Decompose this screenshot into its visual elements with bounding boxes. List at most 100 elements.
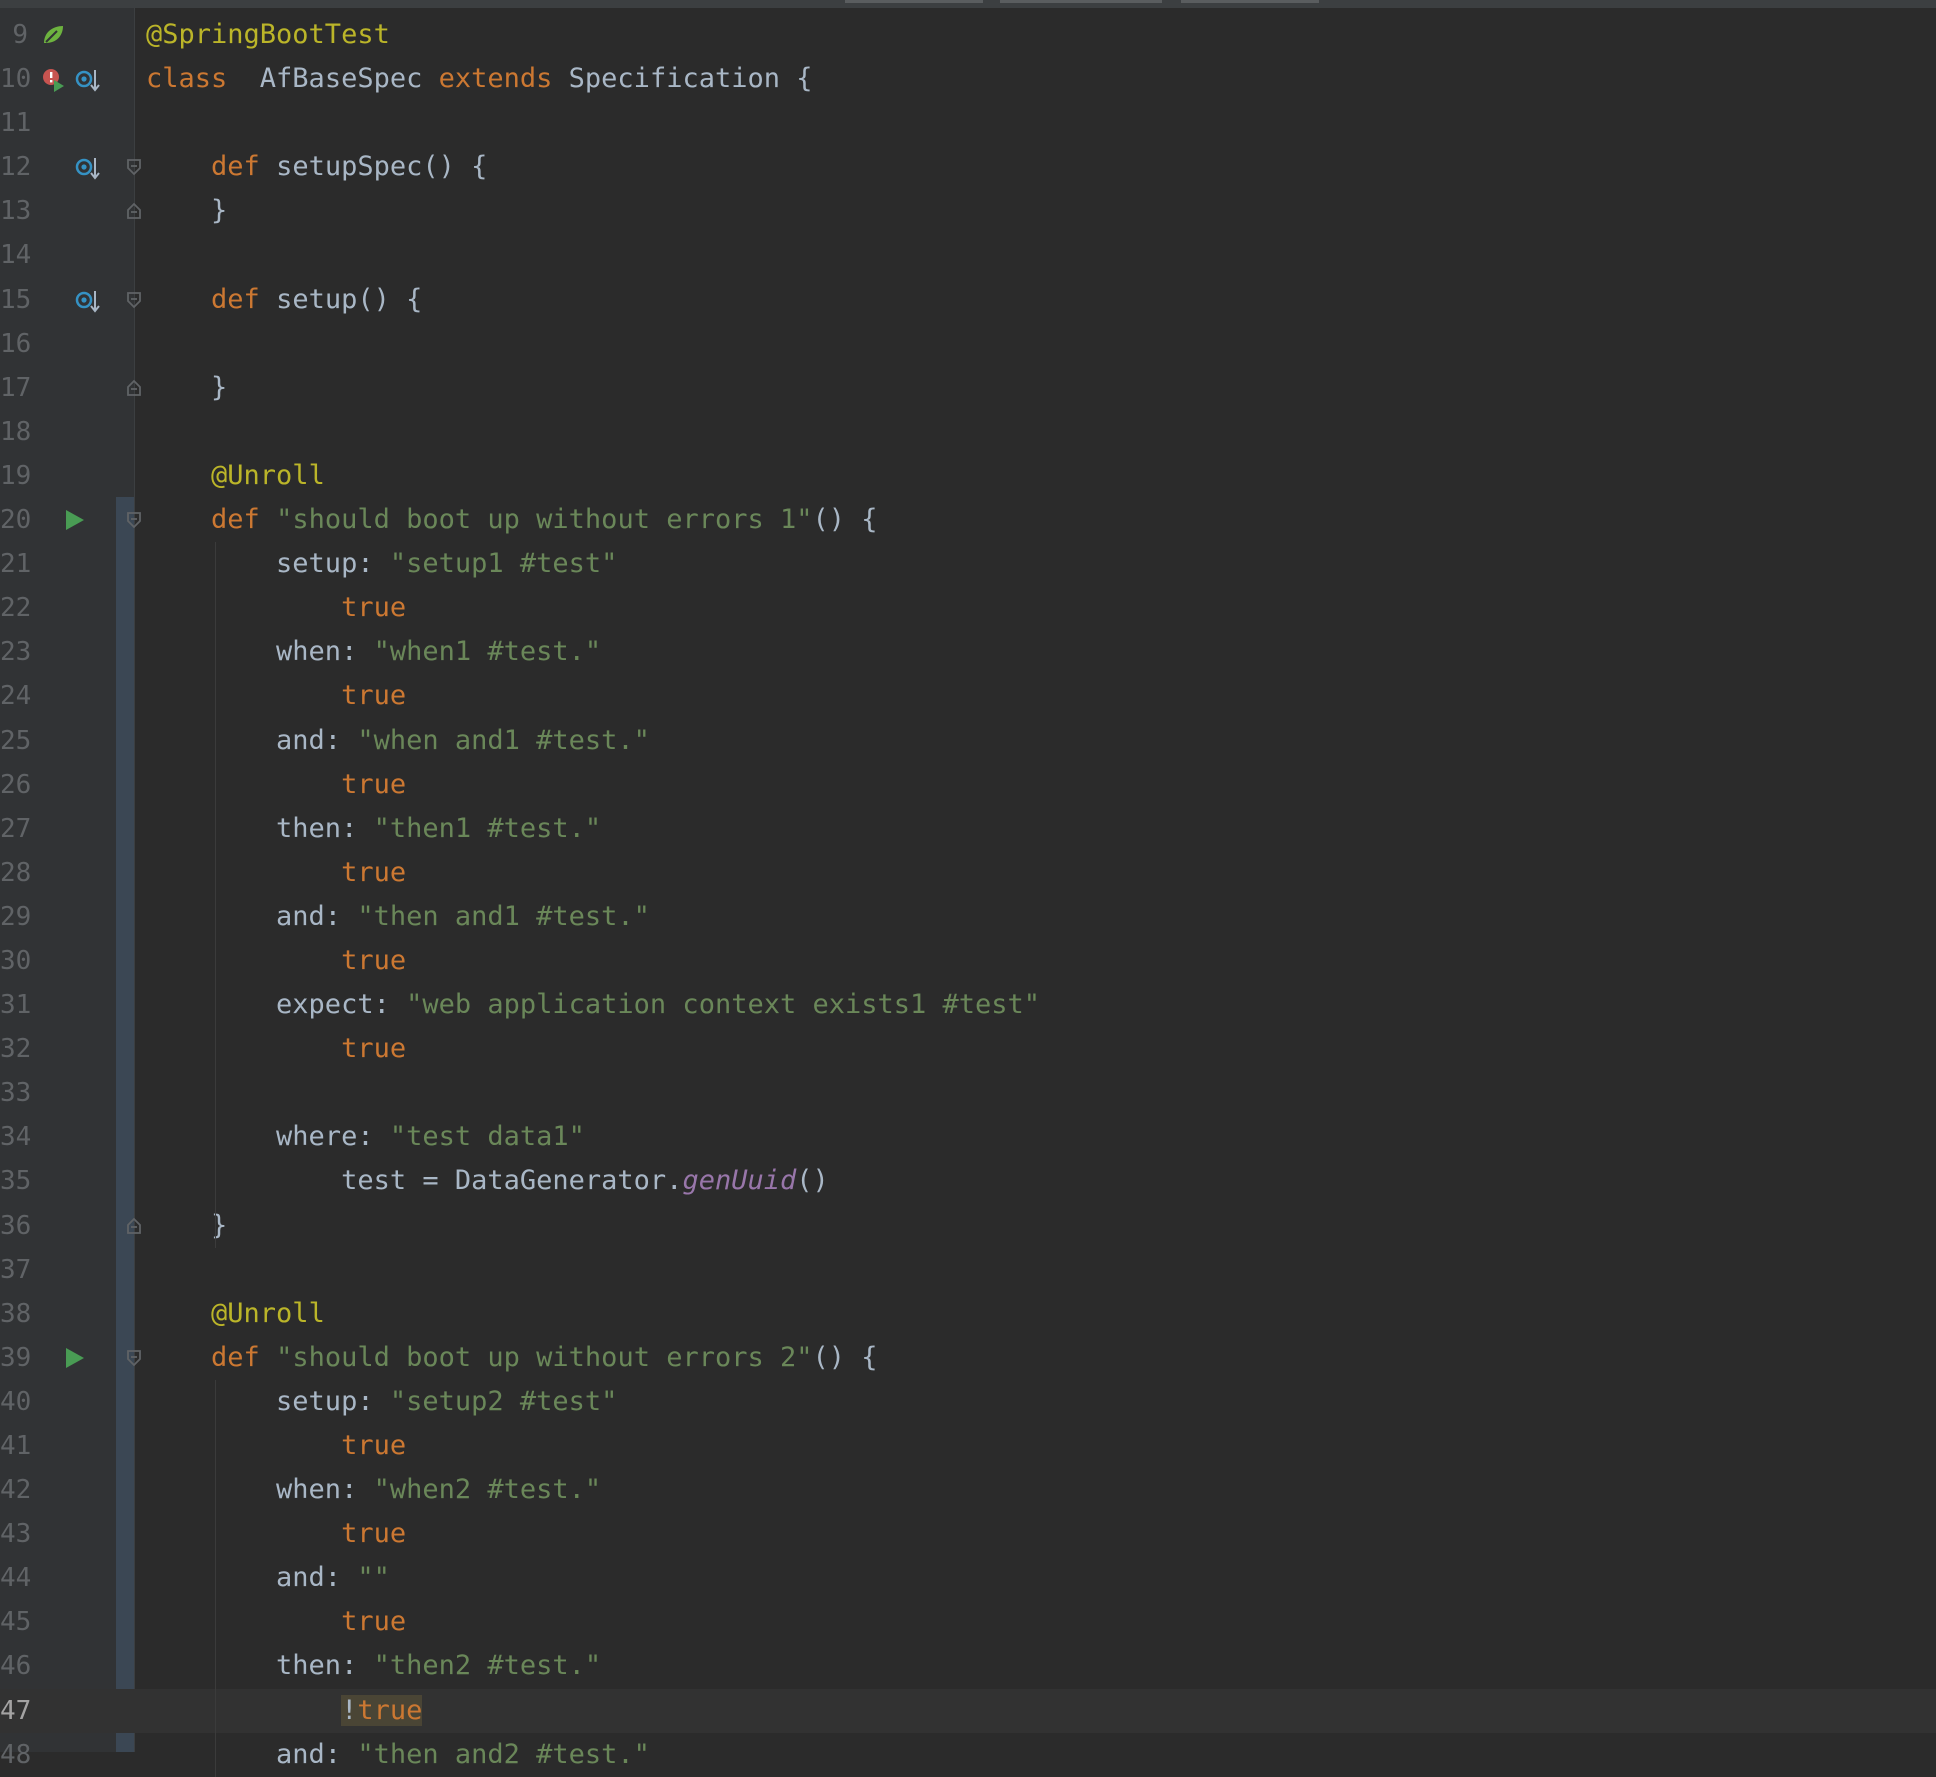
line-number[interactable]: 27 <box>0 807 31 851</box>
code-text[interactable]: true <box>146 763 406 807</box>
fold-close-icon[interactable] <box>125 379 143 397</box>
line-number[interactable]: 42 <box>0 1468 31 1512</box>
code-line[interactable]: 31 expect: "web application context exis… <box>0 983 1936 1027</box>
fold-open-icon[interactable] <box>125 291 143 309</box>
line-number[interactable]: 46 <box>0 1644 31 1688</box>
fold-open-icon[interactable] <box>125 158 143 176</box>
code-line[interactable]: 32 true <box>0 1027 1936 1071</box>
line-number[interactable]: 35 <box>0 1159 31 1203</box>
line-number[interactable]: 33 <box>0 1071 31 1115</box>
code-line[interactable]: 24 true <box>0 674 1936 718</box>
code-text[interactable]: def setup() { <box>146 278 422 322</box>
line-number[interactable]: 25 <box>0 719 31 763</box>
line-number[interactable]: 15 <box>0 278 31 322</box>
code-text[interactable]: def setupSpec() { <box>146 145 487 189</box>
line-number[interactable]: 14 <box>0 233 31 277</box>
line-number[interactable]: 40 <box>0 1380 31 1424</box>
code-text[interactable]: true <box>146 1027 406 1071</box>
code-line[interactable]: 11 <box>0 101 1936 145</box>
code-text[interactable]: where: "test data1" <box>146 1115 585 1159</box>
fold-open-icon[interactable] <box>125 1349 143 1367</box>
code-text[interactable]: true <box>146 1424 406 1468</box>
code-text[interactable]: test = DataGenerator.genUuid() <box>146 1159 829 1203</box>
line-number[interactable]: 38 <box>0 1292 31 1336</box>
line-number[interactable]: 32 <box>0 1027 31 1071</box>
code-text[interactable]: and: "" <box>146 1556 390 1600</box>
code-line[interactable]: 34 where: "test data1" <box>0 1115 1936 1159</box>
code-text[interactable]: true <box>146 939 406 983</box>
line-number[interactable]: 28 <box>0 851 31 895</box>
code-line[interactable]: 44 and: "" <box>0 1556 1936 1600</box>
code-text[interactable]: def "should boot up without errors 2"() … <box>146 1336 878 1380</box>
code-line[interactable]: 37 <box>0 1248 1936 1292</box>
line-number[interactable]: 29 <box>0 895 31 939</box>
line-number[interactable]: 21 <box>0 542 31 586</box>
code-line[interactable]: 25 and: "when and1 #test." <box>0 719 1936 763</box>
code-line[interactable]: 15 def setup() { <box>0 278 1936 322</box>
code-editor[interactable]: 9 @SpringBootTest 10 class AfBaseSpec exten… <box>0 0 1936 1777</box>
tab-indicator[interactable] <box>1181 0 1319 3</box>
code-line[interactable]: 27 then: "then1 #test." <box>0 807 1936 851</box>
code-line[interactable]: 43 true <box>0 1512 1936 1556</box>
fold-close-icon[interactable] <box>125 1217 143 1235</box>
code-text[interactable]: true <box>146 851 406 895</box>
code-line[interactable]: 38 @Unroll <box>0 1292 1936 1336</box>
code-line[interactable]: 13 } <box>0 189 1936 233</box>
code-line[interactable]: 48 and: "then and2 #test." <box>0 1733 1936 1777</box>
code-text[interactable]: and: "when and1 #test." <box>146 719 650 763</box>
code-line[interactable]: 36 } <box>0 1204 1936 1248</box>
code-line[interactable]: 20 def "should boot up without errors 1"… <box>0 498 1936 542</box>
code-line[interactable]: 21 setup: "setup1 #test" <box>0 542 1936 586</box>
code-line[interactable]: 35 test = DataGenerator.genUuid() <box>0 1159 1936 1203</box>
line-number[interactable]: 16 <box>0 322 31 366</box>
code-text[interactable]: } <box>146 189 227 233</box>
line-number[interactable]: 24 <box>0 674 31 718</box>
code-line[interactable]: 33 <box>0 1071 1936 1115</box>
code-text[interactable]: true <box>146 1600 406 1644</box>
code-text[interactable]: and: "then and2 #test." <box>146 1733 650 1777</box>
tab-indicator[interactable] <box>1000 0 1162 3</box>
code-text[interactable]: setup: "setup1 #test" <box>146 542 617 586</box>
code-text[interactable]: !true <box>146 1689 423 1733</box>
code-line[interactable]: 40 setup: "setup2 #test" <box>0 1380 1936 1424</box>
line-number[interactable]: 11 <box>0 101 31 145</box>
line-number[interactable]: 22 <box>0 586 31 630</box>
line-number[interactable]: 26 <box>0 763 31 807</box>
line-number[interactable]: 36 <box>0 1204 31 1248</box>
run-test-icon[interactable] <box>62 507 88 533</box>
line-number[interactable]: 48 <box>0 1733 31 1777</box>
line-number[interactable]: 23 <box>0 630 31 674</box>
code-text[interactable]: setup: "setup2 #test" <box>146 1380 617 1424</box>
line-number[interactable]: 43 <box>0 1512 31 1556</box>
code-line[interactable]: 42 when: "when2 #test." <box>0 1468 1936 1512</box>
override-method-icon[interactable] <box>74 287 100 313</box>
line-number[interactable]: 19 <box>0 454 31 498</box>
run-class-icon[interactable] <box>40 66 66 93</box>
line-number[interactable]: 13 <box>0 189 31 233</box>
code-line[interactable]: 29 and: "then and1 #test." <box>0 895 1936 939</box>
code-line[interactable]: 23 when: "when1 #test." <box>0 630 1936 674</box>
code-line[interactable]: 26 true <box>0 763 1936 807</box>
code-text[interactable]: true <box>146 1512 406 1556</box>
code-text[interactable]: @Unroll <box>146 1292 325 1336</box>
line-number[interactable]: 12 <box>0 145 31 189</box>
code-text[interactable]: class AfBaseSpec extends Specification { <box>146 57 813 101</box>
line-number[interactable]: 41 <box>0 1424 31 1468</box>
code-text[interactable]: expect: "web application context exists1… <box>146 983 1040 1027</box>
line-number[interactable]: 18 <box>0 410 31 454</box>
line-number[interactable]: 17 <box>0 366 31 410</box>
line-number[interactable]: 20 <box>0 498 31 542</box>
code-line[interactable]: 18 <box>0 410 1936 454</box>
line-number[interactable]: 44 <box>0 1556 31 1600</box>
line-number[interactable]: 39 <box>0 1336 31 1380</box>
line-number[interactable]: 31 <box>0 983 31 1027</box>
code-line[interactable]: 9 @SpringBootTest <box>0 13 1936 57</box>
implemented-icon[interactable] <box>74 66 100 92</box>
code-line[interactable]: 19 @Unroll <box>0 454 1936 498</box>
run-test-icon[interactable] <box>62 1345 88 1371</box>
line-number[interactable]: 9 <box>0 13 28 57</box>
fold-close-icon[interactable] <box>125 202 143 220</box>
code-line[interactable]: 14 <box>0 233 1936 277</box>
line-number[interactable]: 30 <box>0 939 31 983</box>
line-number[interactable]: 45 <box>0 1600 31 1644</box>
